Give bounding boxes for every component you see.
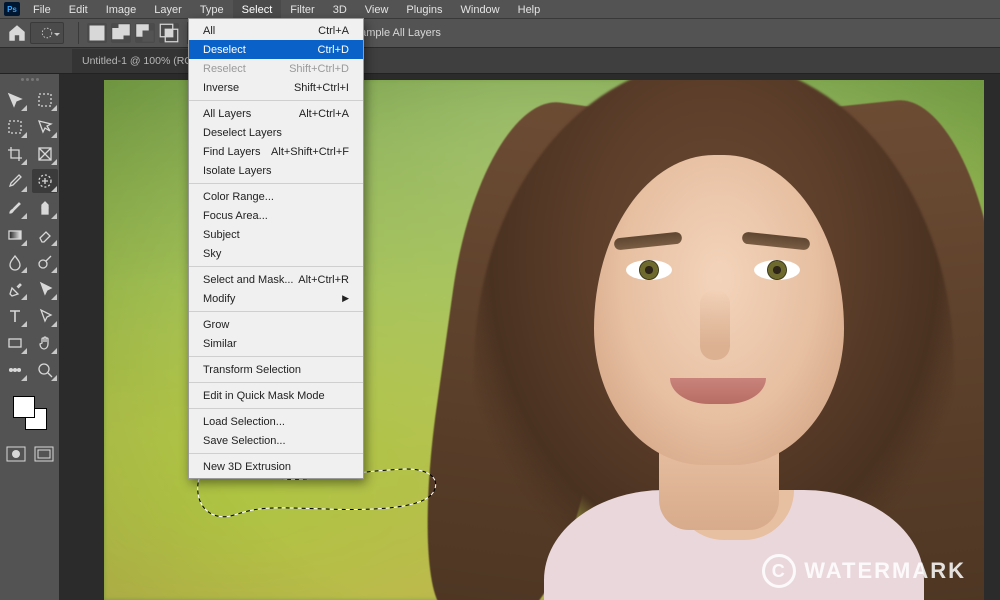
menu-item-deselect[interactable]: DeselectCtrl+D <box>189 40 363 59</box>
menu-item-find-layers[interactable]: Find LayersAlt+Shift+Ctrl+F <box>189 142 363 161</box>
dodge-tool[interactable] <box>32 250 58 274</box>
menu-plugins[interactable]: Plugins <box>397 0 451 18</box>
menu-filter[interactable]: Filter <box>281 0 323 18</box>
tool-panel <box>0 74 60 600</box>
new-selection-icon[interactable] <box>87 23 107 43</box>
home-button[interactable] <box>6 22 28 44</box>
menu-item-modify[interactable]: Modify▶ <box>189 289 363 308</box>
submenu-arrow-icon: ▶ <box>342 293 349 304</box>
image-subject <box>404 80 984 600</box>
zoom-tool[interactable] <box>32 358 58 382</box>
menu-file[interactable]: File <box>24 0 60 18</box>
direct-select-tool[interactable] <box>32 304 58 328</box>
artboard-tool[interactable] <box>32 88 58 112</box>
options-bar: 4 Color: 0 Sample All Layers <box>0 18 1000 48</box>
patch-tool[interactable] <box>32 169 58 193</box>
menu-item-color-range[interactable]: Color Range... <box>189 187 363 206</box>
menu-item-all[interactable]: AllCtrl+A <box>189 21 363 40</box>
menu-item-similar[interactable]: Similar <box>189 334 363 353</box>
menu-edit[interactable]: Edit <box>60 0 97 18</box>
menu-select[interactable]: Select <box>233 0 282 18</box>
selection-mode-group <box>87 23 179 43</box>
panel-grip-icon[interactable] <box>15 78 45 84</box>
frame-tool[interactable] <box>32 142 58 166</box>
menu-item-deselect-layers[interactable]: Deselect Layers <box>189 123 363 142</box>
tool-grid <box>2 88 58 382</box>
menu-item-subject[interactable]: Subject <box>189 225 363 244</box>
subtract-from-selection-icon[interactable] <box>135 23 155 43</box>
menu-item-transform-selection[interactable]: Transform Selection <box>189 360 363 379</box>
menu-item-new-3d-extrusion[interactable]: New 3D Extrusion <box>189 457 363 476</box>
intersect-selection-icon[interactable] <box>159 23 179 43</box>
type-tool[interactable] <box>2 304 28 328</box>
eyedropper-tool[interactable] <box>2 169 28 193</box>
add-to-selection-icon[interactable] <box>111 23 131 43</box>
menu-layer[interactable]: Layer <box>145 0 191 18</box>
menu-item-grow[interactable]: Grow <box>189 315 363 334</box>
menu-item-edit-in-quick-mask-mode[interactable]: Edit in Quick Mask Mode <box>189 386 363 405</box>
foreground-color-swatch[interactable] <box>13 396 35 418</box>
menu-item-save-selection[interactable]: Save Selection... <box>189 431 363 450</box>
menu-item-all-layers[interactable]: All LayersAlt+Ctrl+A <box>189 104 363 123</box>
tool-preset-picker[interactable] <box>30 22 64 44</box>
menu-type[interactable]: Type <box>191 0 233 18</box>
menu-item-sky[interactable]: Sky <box>189 244 363 263</box>
clone-tool[interactable] <box>32 196 58 220</box>
dots-tool[interactable] <box>2 358 28 382</box>
pen-tool[interactable] <box>2 277 28 301</box>
eraser-tool[interactable] <box>32 223 58 247</box>
menu-item-load-selection[interactable]: Load Selection... <box>189 412 363 431</box>
menu-3d[interactable]: 3D <box>324 0 356 18</box>
watermark-text: WATERMARK <box>804 558 966 584</box>
brush-tool[interactable] <box>2 196 28 220</box>
menu-item-inverse[interactable]: InverseShift+Ctrl+I <box>189 78 363 97</box>
crop-tool[interactable] <box>2 142 28 166</box>
path-select-tool[interactable] <box>32 277 58 301</box>
rectangle-tool[interactable] <box>2 331 28 355</box>
ps-logo-icon: Ps <box>4 2 20 16</box>
menu-item-isolate-layers[interactable]: Isolate Layers <box>189 161 363 180</box>
menu-item-focus-area[interactable]: Focus Area... <box>189 206 363 225</box>
document-tab-bar: Untitled-1 @ 100% (RGB,×; (Layer 1, RGB/… <box>0 48 1000 74</box>
watermark: C WATERMARK <box>762 554 966 588</box>
select-menu-dropdown: AllCtrl+ADeselectCtrl+DReselectShift+Ctr… <box>188 18 364 479</box>
sample-all-layers-label: Sample All Layers <box>353 27 441 39</box>
menu-item-select-and-mask[interactable]: Select and Mask...Alt+Ctrl+R <box>189 270 363 289</box>
menu-window[interactable]: Window <box>452 0 509 18</box>
menu-bar: Ps FileEditImageLayerTypeSelectFilter3DV… <box>0 0 1000 18</box>
menu-item-reselect: ReselectShift+Ctrl+D <box>189 59 363 78</box>
rect-marquee-tool[interactable] <box>2 115 28 139</box>
gradient-tool[interactable] <box>2 223 28 247</box>
hand-tool[interactable] <box>32 331 58 355</box>
quick-mask-icon[interactable] <box>6 446 26 462</box>
blur-tool[interactable] <box>2 250 28 274</box>
copyright-icon: C <box>762 554 796 588</box>
move-tool[interactable] <box>2 88 28 112</box>
menu-view[interactable]: View <box>356 0 398 18</box>
ellipse-marquee-tool[interactable] <box>32 115 58 139</box>
menu-image[interactable]: Image <box>97 0 146 18</box>
screen-mode-icon[interactable] <box>34 446 54 462</box>
color-swatches[interactable] <box>13 396 47 430</box>
menu-help[interactable]: Help <box>509 0 550 18</box>
